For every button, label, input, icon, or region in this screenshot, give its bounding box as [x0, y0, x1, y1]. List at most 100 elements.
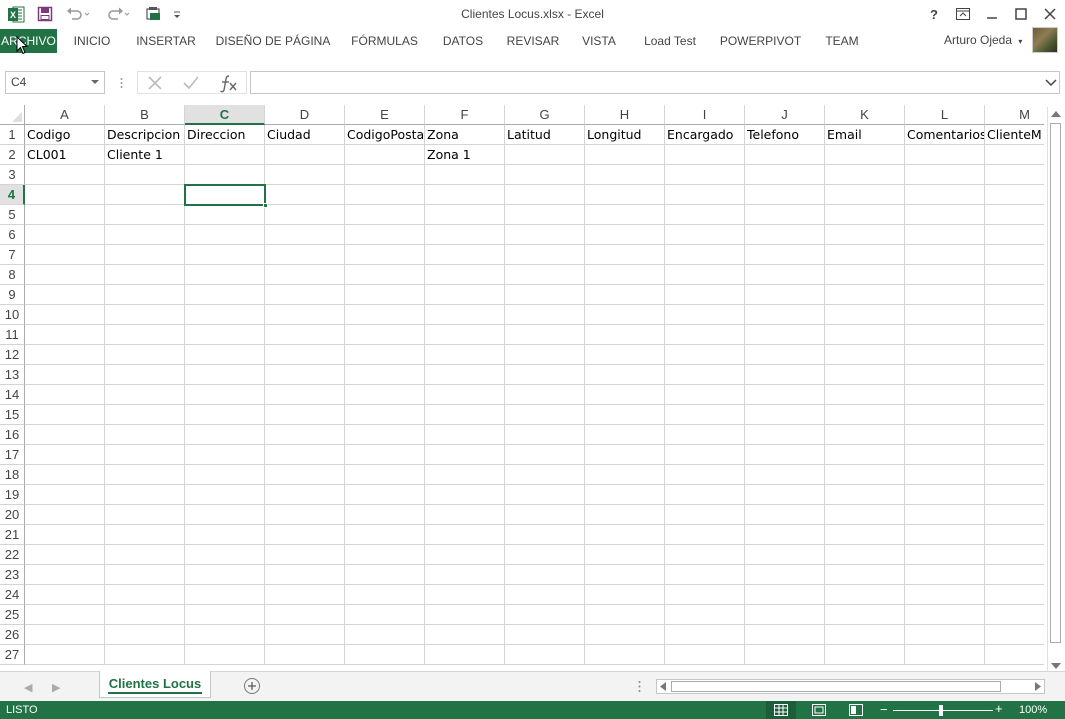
cell-j9[interactable]	[745, 285, 825, 305]
cell-a18[interactable]	[25, 465, 105, 485]
vertical-scroll-thumb[interactable]	[1050, 123, 1061, 643]
cell-i26[interactable]	[665, 625, 745, 645]
cell-c5[interactable]	[185, 205, 265, 225]
cell-d25[interactable]	[265, 605, 345, 625]
scroll-down-icon[interactable]	[1051, 663, 1061, 669]
expand-formula-bar-icon[interactable]	[1045, 79, 1057, 87]
cell-e24[interactable]	[345, 585, 425, 605]
cell-k27[interactable]	[825, 645, 905, 665]
cell-i2[interactable]	[665, 145, 745, 165]
cell-c13[interactable]	[185, 365, 265, 385]
tab-inicio[interactable]: INICIO	[68, 29, 116, 53]
cell-b15[interactable]	[105, 405, 185, 425]
cell-f1[interactable]: Zona	[425, 125, 505, 145]
cell-k22[interactable]	[825, 545, 905, 565]
cell-b13[interactable]	[105, 365, 185, 385]
cell-a4[interactable]	[25, 185, 105, 205]
cell-k24[interactable]	[825, 585, 905, 605]
cell-m25[interactable]	[985, 605, 1044, 625]
cell-c4[interactable]	[185, 185, 265, 205]
cell-c8[interactable]	[185, 265, 265, 285]
cell-l2[interactable]	[905, 145, 985, 165]
column-header-e[interactable]: E	[345, 105, 425, 125]
cell-k10[interactable]	[825, 305, 905, 325]
cell-b17[interactable]	[105, 445, 185, 465]
row-header-11[interactable]: 11	[0, 325, 25, 345]
zoom-slider[interactable]	[893, 710, 993, 711]
cell-b20[interactable]	[105, 505, 185, 525]
cell-i25[interactable]	[665, 605, 745, 625]
zoom-in-button[interactable]: +	[995, 701, 1003, 716]
cell-b14[interactable]	[105, 385, 185, 405]
cell-k20[interactable]	[825, 505, 905, 525]
cell-c11[interactable]	[185, 325, 265, 345]
cell-h21[interactable]	[585, 525, 665, 545]
cell-j22[interactable]	[745, 545, 825, 565]
column-header-c[interactable]: C	[185, 105, 265, 125]
cell-h14[interactable]	[585, 385, 665, 405]
cell-b18[interactable]	[105, 465, 185, 485]
cell-e26[interactable]	[345, 625, 425, 645]
row-header-22[interactable]: 22	[0, 545, 25, 565]
cell-a10[interactable]	[25, 305, 105, 325]
cell-h13[interactable]	[585, 365, 665, 385]
cell-g4[interactable]	[505, 185, 585, 205]
cell-g5[interactable]	[505, 205, 585, 225]
cell-l24[interactable]	[905, 585, 985, 605]
cell-e6[interactable]	[345, 225, 425, 245]
add-sheet-button[interactable]	[244, 678, 260, 694]
zoom-level[interactable]: 100%	[1019, 704, 1047, 716]
cell-m22[interactable]	[985, 545, 1044, 565]
cell-e11[interactable]	[345, 325, 425, 345]
cell-a11[interactable]	[25, 325, 105, 345]
row-header-14[interactable]: 14	[0, 385, 25, 405]
cell-e8[interactable]	[345, 265, 425, 285]
cell-a5[interactable]	[25, 205, 105, 225]
cell-f26[interactable]	[425, 625, 505, 645]
select-all-button[interactable]	[0, 105, 25, 125]
cell-l12[interactable]	[905, 345, 985, 365]
cell-k5[interactable]	[825, 205, 905, 225]
cell-g3[interactable]	[505, 165, 585, 185]
cell-i16[interactable]	[665, 425, 745, 445]
sheet-next-icon[interactable]: ▶	[52, 681, 60, 694]
cell-l25[interactable]	[905, 605, 985, 625]
cell-a27[interactable]	[25, 645, 105, 665]
cell-k6[interactable]	[825, 225, 905, 245]
cell-m15[interactable]	[985, 405, 1044, 425]
cell-g12[interactable]	[505, 345, 585, 365]
cell-e27[interactable]	[345, 645, 425, 665]
cell-h23[interactable]	[585, 565, 665, 585]
cell-k19[interactable]	[825, 485, 905, 505]
cell-e1[interactable]: CodigoPostal	[345, 125, 425, 145]
row-header-21[interactable]: 21	[0, 525, 25, 545]
cell-f3[interactable]	[425, 165, 505, 185]
cell-i27[interactable]	[665, 645, 745, 665]
cell-k13[interactable]	[825, 365, 905, 385]
cell-d27[interactable]	[265, 645, 345, 665]
cell-k18[interactable]	[825, 465, 905, 485]
cell-f21[interactable]	[425, 525, 505, 545]
row-header-1[interactable]: 1	[0, 125, 25, 145]
cell-e23[interactable]	[345, 565, 425, 585]
cell-f7[interactable]	[425, 245, 505, 265]
cell-m19[interactable]	[985, 485, 1044, 505]
cell-c18[interactable]	[185, 465, 265, 485]
cell-m6[interactable]	[985, 225, 1044, 245]
cell-f22[interactable]	[425, 545, 505, 565]
cell-a24[interactable]	[25, 585, 105, 605]
cell-k16[interactable]	[825, 425, 905, 445]
cell-l19[interactable]	[905, 485, 985, 505]
cell-a14[interactable]	[25, 385, 105, 405]
cell-k15[interactable]	[825, 405, 905, 425]
cell-d5[interactable]	[265, 205, 345, 225]
tab-insertar[interactable]: INSERTAR	[133, 29, 199, 53]
cell-h4[interactable]	[585, 185, 665, 205]
column-header-i[interactable]: I	[665, 105, 745, 125]
cell-j26[interactable]	[745, 625, 825, 645]
cell-j18[interactable]	[745, 465, 825, 485]
cell-d10[interactable]	[265, 305, 345, 325]
cell-b22[interactable]	[105, 545, 185, 565]
cell-c3[interactable]	[185, 165, 265, 185]
cell-h15[interactable]	[585, 405, 665, 425]
